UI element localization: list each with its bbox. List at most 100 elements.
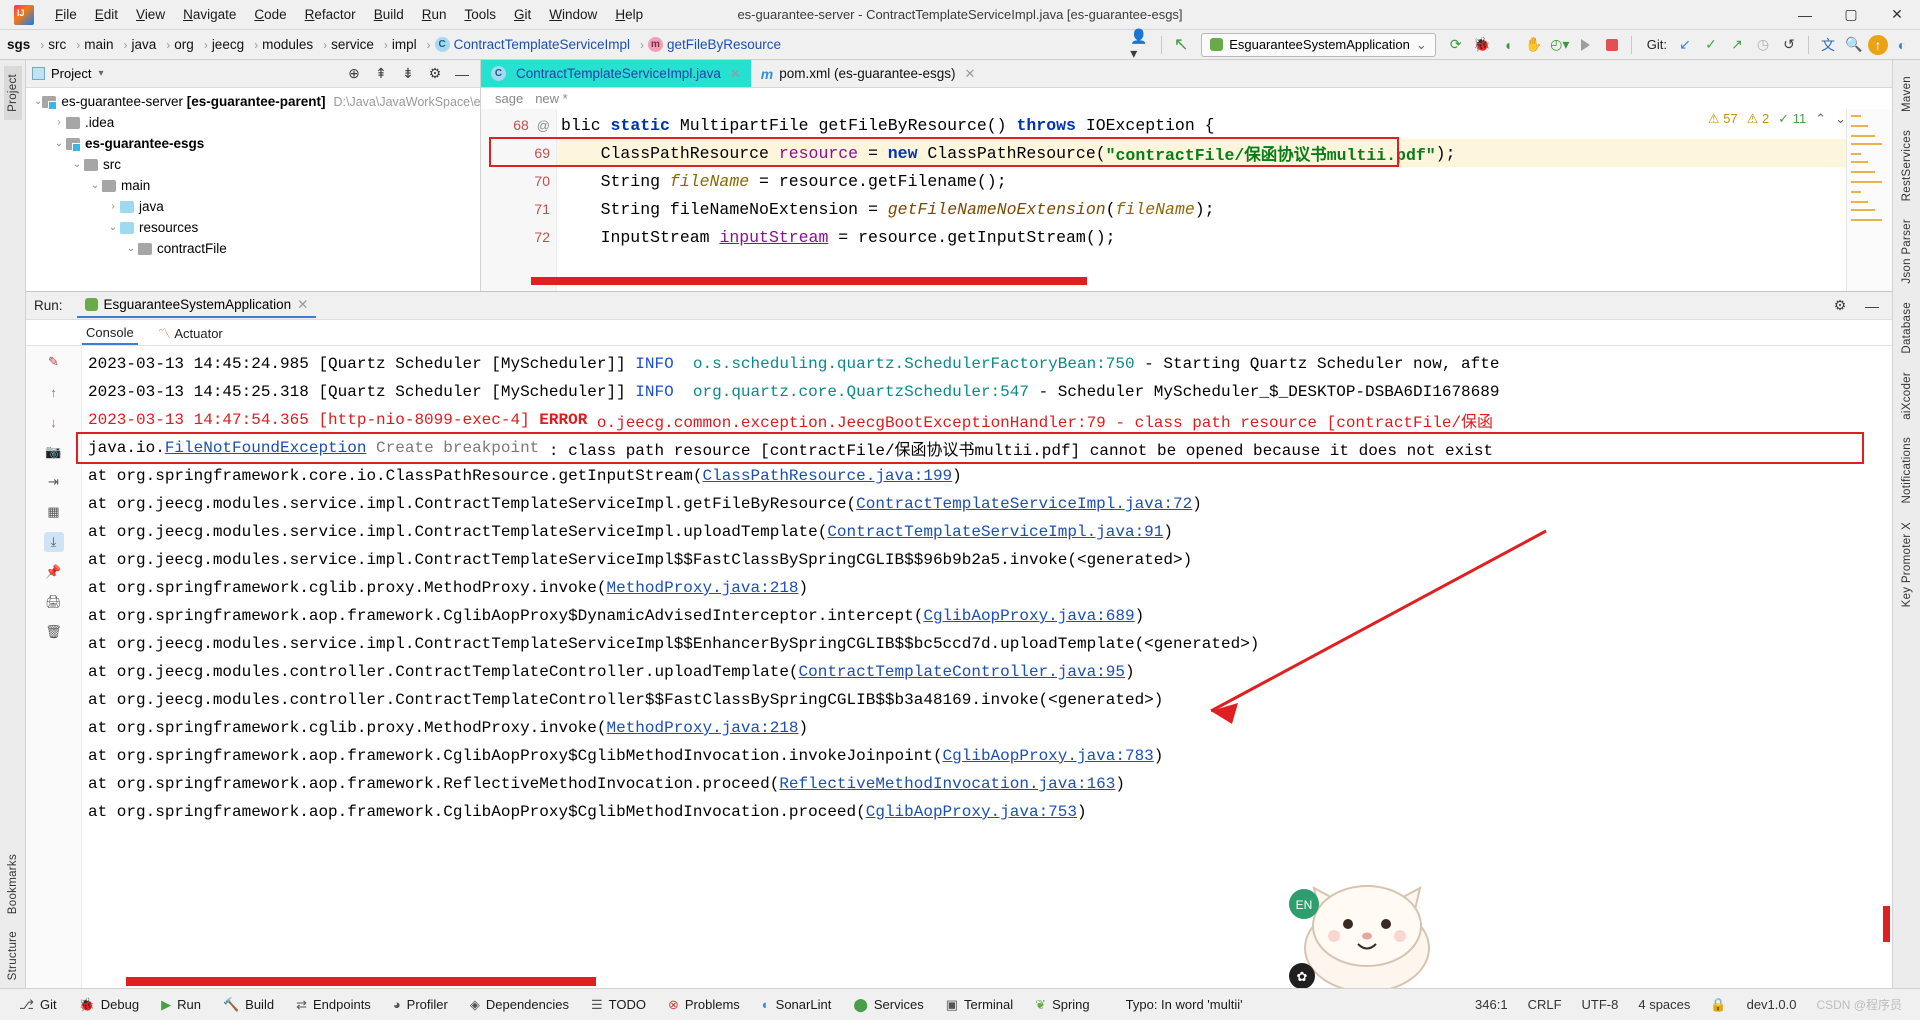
breadcrumb[interactable]: sgs › src › main › java › org › jeecg › modules › serv… (4, 37, 420, 52)
sidebar-item-structure[interactable]: Structure (4, 923, 22, 988)
project-tree[interactable]: ⌄ es-guarantee-server [es-guarantee-paren… (26, 88, 480, 291)
translate-icon[interactable]: 文 (1816, 33, 1840, 57)
console-lines[interactable]: 2023-03-13 14:45:24.985 [Quartz Schedule… (82, 346, 1892, 988)
tree-node--idea[interactable]: › .idea (26, 112, 480, 133)
back-arrow-icon[interactable]: ↖ (1169, 33, 1193, 57)
run-config-tab[interactable]: EsguaranteeSystemApplication ✕ (76, 294, 317, 318)
tree-node-src[interactable]: ⌄ src (26, 154, 480, 175)
sidebar-item-bookmarks[interactable]: Bookmarks (4, 846, 22, 922)
chevron-down-icon[interactable]: ▾ (98, 68, 103, 79)
close-button[interactable]: ✕ (1874, 0, 1920, 30)
expand-arrow-icon[interactable]: › (52, 117, 66, 128)
tree-node-es-guarantee-server[interactable]: ⌄ es-guarantee-server [es-guarantee-paren… (26, 91, 480, 112)
console-line-trace[interactable]: at org.springframework.aop.framework.Cgl… (88, 602, 1892, 630)
ide-theme-icon[interactable]: ◐ (1890, 33, 1914, 57)
menu-navigate[interactable]: Navigate (174, 3, 245, 26)
breadcrumb-item-java[interactable]: › java (117, 37, 160, 52)
minimize-button[interactable]: — (1782, 0, 1828, 30)
error-stripe-mark[interactable] (1851, 153, 1861, 155)
breadcrumb-item-service[interactable]: › service (316, 37, 377, 52)
console-line-trace[interactable]: at org.springframework.cglib.proxy.Metho… (88, 574, 1892, 602)
indent-setting[interactable]: 4 spaces (1638, 997, 1690, 1012)
error-stripe-mark[interactable] (1851, 171, 1875, 173)
error-stripe-mark[interactable] (1851, 219, 1882, 221)
file-encoding[interactable]: UTF-8 (1582, 997, 1619, 1012)
console-line-error[interactable]: 2023-03-13 14:47:54.365 [http-nio-8099-e… (88, 406, 1892, 434)
status-tool-sonarlint[interactable]: ◐ SonarLint (751, 997, 843, 1013)
code-line-71[interactable]: String fileNameNoExtension = getFileName… (557, 195, 1892, 223)
soft-wrap-icon[interactable]: ✎ (44, 352, 64, 372)
breadcrumb-class[interactable]: › C ContractTemplateServiceImpl (420, 37, 633, 52)
left-tool-window-bar[interactable]: Project Bookmarks Structure (0, 60, 26, 988)
status-tool-profiler[interactable]: ◕ Profiler (382, 997, 459, 1013)
collapse-all-icon[interactable]: ⇟ (396, 62, 420, 86)
line-number-69[interactable]: 69 (481, 139, 556, 167)
scroll-to-end-icon[interactable]: ⤓ (43, 532, 64, 552)
console-tab-bar[interactable]: Console 〽 Actuator (26, 320, 1892, 346)
status-tool-git[interactable]: ⎇ Git (8, 997, 68, 1013)
caret-position[interactable]: 346:1 (1475, 997, 1508, 1012)
sidebar-item-notifications[interactable]: Notifications (1898, 429, 1916, 512)
line-separator[interactable]: CRLF (1528, 997, 1562, 1012)
sidebar-item-aixcoder[interactable]: aiXcoder (1898, 364, 1916, 428)
breadcrumb-item-main[interactable]: › main (69, 37, 116, 52)
trash-icon[interactable]: 🗑 (44, 622, 64, 642)
tree-node-main[interactable]: ⌄ main (26, 175, 480, 196)
right-tool-window-bar[interactable]: Maven RestServices Json Parser Database … (1892, 60, 1920, 988)
sidebar-item-database[interactable]: Database (1898, 294, 1916, 362)
console-line-trace[interactable]: at org.springframework.cglib.proxy.Metho… (88, 714, 1892, 742)
status-tool-spring[interactable]: ❦ Spring (1024, 997, 1100, 1013)
settings-icon[interactable]: ⚙ (423, 62, 447, 86)
breadcrumb-method[interactable]: › m getFileByResource (633, 37, 784, 52)
lock-icon[interactable]: 🔒 (1710, 997, 1726, 1013)
status-tool-todo[interactable]: ☰ TODO (580, 997, 657, 1013)
console-line-trace[interactable]: at org.springframework.core.io.ClassPath… (88, 462, 1892, 490)
code-content[interactable]: blic static MultipartFile getFileByResou… (557, 109, 1892, 291)
console-line-trace[interactable]: at org.springframework.aop.framework.Ref… (88, 770, 1892, 798)
console-line-info[interactable]: 2023-03-13 14:45:25.318 [Quartz Schedule… (88, 378, 1892, 406)
expand-arrow-icon[interactable]: › (106, 201, 120, 212)
maximize-button[interactable]: ▢ (1828, 0, 1874, 30)
menu-file[interactable]: File (46, 3, 86, 26)
console-output-area[interactable]: ✎ ↑ ↓ 📷 ⇥ ▦ ⤓ 📌 🖨 🗑 2023-03-13 14:45:24.… (26, 346, 1892, 988)
tree-node-resources[interactable]: ⌄ resources (26, 217, 480, 238)
camera-icon[interactable]: 📷 (44, 442, 64, 462)
expand-arrow-icon[interactable]: ⌄ (34, 96, 42, 107)
locate-icon[interactable]: ⊕ (342, 62, 366, 86)
line-number-72[interactable]: 72 (481, 223, 556, 251)
error-stripe-mark[interactable] (1851, 209, 1875, 211)
up-icon[interactable]: ↑ (44, 382, 64, 402)
sidebar-item-json-parser[interactable]: Json Parser (1898, 211, 1916, 292)
debug-icon[interactable]: 🐞 (1470, 33, 1494, 57)
menu-tools[interactable]: Tools (456, 3, 506, 26)
error-stripe-mark[interactable] (1851, 115, 1861, 117)
breadcrumb-item-org[interactable]: › org (159, 37, 197, 52)
expand-arrow-icon[interactable]: ⌄ (88, 180, 102, 191)
user-avatar-icon[interactable]: 👤▾ (1130, 28, 1154, 61)
code-line-68[interactable]: blic static MultipartFile getFileByResou… (557, 111, 1892, 139)
code-viewport[interactable]: 68 @69 70 71 72 blic static MultipartFile ge… (481, 109, 1892, 291)
console-horizontal-scrollbar[interactable] (126, 977, 596, 986)
updates-icon[interactable]: ↑ (1868, 34, 1888, 55)
close-icon[interactable]: ✕ (965, 66, 976, 82)
menu-code[interactable]: Code (245, 3, 295, 26)
console-line-trace[interactable]: at org.jeecg.modules.service.impl.Contra… (88, 630, 1892, 658)
line-number-70[interactable]: 70 (481, 167, 556, 195)
sidebar-item-maven[interactable]: Maven (1898, 68, 1916, 120)
tab-actuator[interactable]: 〽 Actuator (154, 320, 227, 345)
inspection-summary[interactable]: ⚠ 57 ⚠ 2 ✓ 11 ⌃ ⌄ (1708, 111, 1846, 127)
code-line-69[interactable]: ClassPathResource resource = new ClassPa… (557, 139, 1892, 167)
rollback-icon[interactable]: ↺ (1777, 33, 1801, 57)
status-tool-endpoints[interactable]: ⇄ Endpoints (285, 997, 382, 1013)
menu-edit[interactable]: Edit (86, 3, 127, 26)
code-line-70[interactable]: String fileName = resource. getFilename()… (557, 167, 1892, 195)
expand-arrow-icon[interactable]: ⌄ (52, 138, 66, 149)
minimize-icon[interactable]: — (1860, 294, 1884, 318)
settings-icon[interactable]: ⚙ (1828, 294, 1852, 318)
close-icon[interactable]: ✕ (730, 66, 741, 82)
menu-help[interactable]: Help (606, 3, 652, 26)
menu-view[interactable]: View (127, 3, 174, 26)
down-icon[interactable]: ↓ (44, 412, 64, 432)
menu-run[interactable]: Run (413, 3, 456, 26)
console-line-trace[interactable]: at org.jeecg.modules.controller.Contract… (88, 658, 1892, 686)
